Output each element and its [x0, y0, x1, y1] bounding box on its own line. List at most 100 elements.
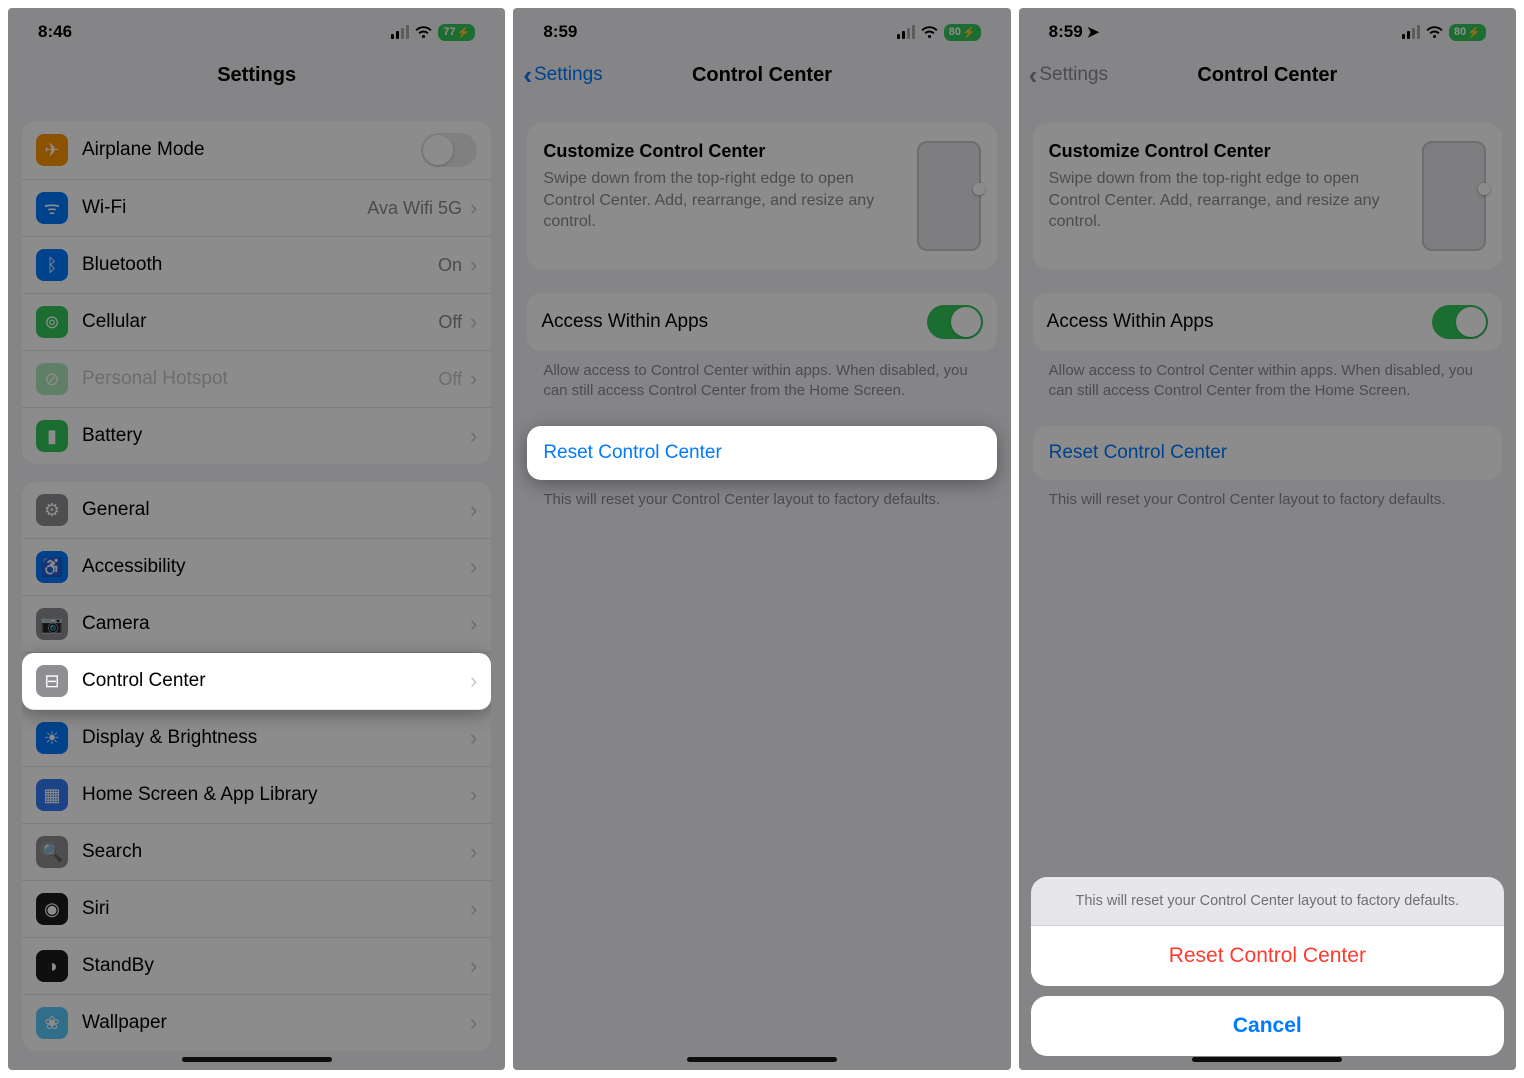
back-button: ‹ Settings — [1029, 62, 1108, 88]
cellular-icon: ⊚ — [36, 306, 68, 338]
wifi-icon — [1426, 26, 1443, 39]
row-label: Access Within Apps — [1047, 311, 1432, 333]
chevron-right-icon: › — [470, 782, 477, 808]
battery-indicator: 77⚡ — [438, 24, 475, 41]
row-label: Wi-Fi — [82, 197, 367, 219]
row-label: Accessibility — [82, 556, 470, 578]
phone-illustration-icon — [917, 141, 981, 251]
access-within-apps-group: Access Within Apps — [1033, 293, 1502, 351]
general-icon: ⚙ — [36, 494, 68, 526]
row-search[interactable]: 🔍 Search › — [22, 824, 491, 881]
siri-icon: ◉ — [36, 893, 68, 925]
screen-control-center: 8:59 80⚡ ‹ Settings Control Center Custo… — [513, 8, 1010, 1070]
row-accessibility[interactable]: ♿ Accessibility › — [22, 539, 491, 596]
row-value: Ava Wifi 5G — [367, 198, 462, 219]
row-label: Battery — [82, 425, 470, 447]
wifi-icon — [921, 26, 938, 39]
customize-title: Customize Control Center — [1049, 141, 1408, 162]
reset-link: Reset Control Center — [1033, 426, 1502, 480]
row-wifi[interactable]: ᯤ Wi-Fi Ava Wifi 5G › — [22, 180, 491, 237]
status-time: 8:59 — [543, 22, 577, 42]
screen-reset-sheet: 8:59➤ 80⚡ ‹ Settings Control Center Cust… — [1019, 8, 1516, 1070]
home-indicator[interactable] — [1192, 1057, 1342, 1062]
sheet-cancel-button[interactable]: Cancel — [1031, 996, 1504, 1056]
wallpaper-icon: ❀ — [36, 1007, 68, 1039]
airplane-toggle[interactable] — [421, 133, 477, 167]
row-wallpaper[interactable]: ❀ Wallpaper › — [22, 995, 491, 1051]
action-sheet: This will reset your Control Center layo… — [1031, 877, 1504, 1056]
chevron-right-icon: › — [470, 839, 477, 865]
row-control-center[interactable]: ⊟ Control Center › — [22, 653, 491, 710]
cellular-signal-icon — [391, 25, 409, 39]
control-center-icon: ⊟ — [36, 665, 68, 697]
access-toggle — [1432, 305, 1488, 339]
row-standby[interactable]: ◑ StandBy › — [22, 938, 491, 995]
home-indicator[interactable] — [687, 1057, 837, 1062]
battery-indicator: 80⚡ — [944, 24, 981, 41]
chevron-right-icon: › — [470, 252, 477, 278]
row-camera[interactable]: 📷 Camera › — [22, 596, 491, 653]
row-display-brightness[interactable]: ☀ Display & Brightness › — [22, 710, 491, 767]
wifi-icon — [415, 26, 432, 39]
row-airplane-mode[interactable]: ✈ Airplane Mode — [22, 121, 491, 180]
reset-link[interactable]: Reset Control Center — [527, 426, 996, 480]
row-siri[interactable]: ◉ Siri › — [22, 881, 491, 938]
bluetooth-icon: ᛒ — [36, 249, 68, 281]
page-title: Settings — [217, 64, 296, 86]
chevron-right-icon: › — [470, 309, 477, 335]
cellular-signal-icon — [897, 25, 915, 39]
control-center-content[interactable]: Customize Control Center Swipe down from… — [513, 103, 1010, 1070]
back-button[interactable]: ‹ Settings — [523, 62, 602, 88]
airplane-icon: ✈ — [36, 134, 68, 166]
settings-content[interactable]: ✈ Airplane Mode ᯤ Wi-Fi Ava Wifi 5G › ᛒ … — [8, 103, 505, 1070]
row-personal-hotspot: ⊘ Personal Hotspot Off › — [22, 351, 491, 408]
customize-title: Customize Control Center — [543, 141, 902, 162]
nav-bar: Settings — [8, 50, 505, 103]
access-within-apps-group: Access Within Apps — [527, 293, 996, 351]
access-toggle[interactable] — [927, 305, 983, 339]
row-home-screen[interactable]: ▦ Home Screen & App Library › — [22, 767, 491, 824]
chevron-right-icon: › — [470, 896, 477, 922]
customize-card[interactable]: Customize Control Center Swipe down from… — [527, 123, 996, 269]
chevron-right-icon: › — [470, 195, 477, 221]
reset-control-center-row[interactable]: Reset Control Center — [527, 426, 996, 480]
row-cellular[interactable]: ⊚ Cellular Off › — [22, 294, 491, 351]
row-label: StandBy — [82, 955, 470, 977]
access-footnote: Allow access to Control Center within ap… — [1033, 351, 1502, 402]
status-bar: 8:59➤ 80⚡ — [1019, 8, 1516, 50]
reset-control-center-row: Reset Control Center — [1033, 426, 1502, 480]
screen-settings: 8:46 77⚡ Settings ✈ Airplane Mode ᯤ Wi-F… — [8, 8, 505, 1070]
row-value: On — [438, 255, 462, 276]
chevron-right-icon: › — [470, 423, 477, 449]
chevron-right-icon: › — [470, 554, 477, 580]
camera-icon: 📷 — [36, 608, 68, 640]
customize-card: Customize Control Center Swipe down from… — [1033, 123, 1502, 269]
settings-group-general: ⚙ General › ♿ Accessibility › 📷 Camera ›… — [22, 482, 491, 1051]
row-label: Airplane Mode — [82, 139, 421, 161]
row-battery[interactable]: ▮ Battery › — [22, 408, 491, 464]
row-label: Bluetooth — [82, 254, 438, 276]
back-label: Settings — [1039, 64, 1108, 86]
nav-bar: ‹ Settings Control Center — [513, 50, 1010, 103]
chevron-right-icon: › — [470, 953, 477, 979]
chevron-right-icon: › — [470, 668, 477, 694]
back-label: Settings — [534, 64, 603, 86]
hotspot-icon: ⊘ — [36, 363, 68, 395]
chevron-right-icon: › — [470, 1010, 477, 1036]
home-indicator[interactable] — [182, 1057, 332, 1062]
row-label: Cellular — [82, 311, 438, 333]
sheet-reset-button[interactable]: Reset Control Center — [1031, 926, 1504, 986]
status-bar: 8:46 77⚡ — [8, 8, 505, 50]
row-label: Search — [82, 841, 470, 863]
home-screen-icon: ▦ — [36, 779, 68, 811]
row-value: Off — [438, 369, 462, 390]
customize-body: Swipe down from the top-right edge to op… — [1049, 168, 1408, 233]
chevron-right-icon: › — [470, 366, 477, 392]
row-label: Wallpaper — [82, 1012, 470, 1034]
row-access-within-apps: Access Within Apps — [1033, 293, 1502, 351]
row-general[interactable]: ⚙ General › — [22, 482, 491, 539]
row-bluetooth[interactable]: ᛒ Bluetooth On › — [22, 237, 491, 294]
row-access-within-apps[interactable]: Access Within Apps — [527, 293, 996, 351]
wifi-icon: ᯤ — [36, 192, 68, 224]
action-sheet-block: This will reset your Control Center layo… — [1031, 877, 1504, 986]
